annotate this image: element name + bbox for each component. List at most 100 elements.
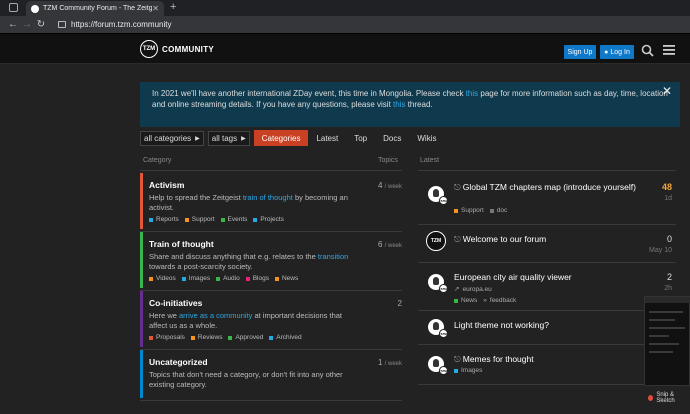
subcategory-link[interactable]: Events (220, 216, 247, 223)
pin-icon: ⎋ (454, 354, 461, 364)
reload-button[interactable]: ↻ (34, 19, 48, 30)
topic-meta: Images (454, 367, 488, 374)
topic-count: 4 / week (377, 181, 402, 190)
tag-filter-dropdown[interactable]: all tags ▶ (207, 130, 250, 146)
subcategory-link[interactable]: Reviews (190, 334, 222, 341)
banner-link-thread[interactable]: this (393, 100, 405, 109)
brand-name: COMMUNITY (162, 44, 215, 54)
snip-sketch-toast[interactable]: Snip & Sketch (648, 392, 690, 404)
subcategory-link[interactable]: Images (181, 275, 210, 282)
tzm-badge-icon: TZM (439, 329, 448, 338)
nav-top[interactable]: Top (346, 130, 375, 146)
subcategory-link[interactable]: Support (184, 216, 215, 223)
subcategory-link[interactable]: Videos (149, 275, 176, 282)
back-button[interactable]: ← (6, 19, 20, 30)
banner-link-page[interactable]: this (466, 89, 478, 98)
pin-icon: ⎋ (454, 234, 461, 244)
reply-count[interactable]: 48 (662, 182, 672, 192)
user-avatar[interactable]: TZM (428, 356, 448, 375)
person-icon: ● (604, 48, 609, 56)
category-row[interactable]: Train of thought Share and discuss anyth… (140, 232, 402, 288)
tab-close-icon[interactable]: ✕ (152, 4, 159, 13)
site-header: TZM COMMUNITY Sign Up ● Log In (0, 34, 690, 64)
category-row[interactable]: Co-initiatives Here we arrive as a commu… (140, 291, 402, 347)
tab-actions-icon[interactable] (9, 3, 18, 12)
subcategory-link[interactable]: Projects (253, 216, 284, 223)
signup-button[interactable]: Sign Up (564, 45, 596, 59)
nav-categories[interactable]: Categories (253, 130, 309, 146)
category-description: Help to spread the Zeitgeist train of th… (149, 193, 348, 212)
category-name[interactable]: Train of thought (149, 239, 402, 249)
user-avatar[interactable]: TZM (428, 186, 448, 205)
reply-count[interactable]: 0 (667, 234, 672, 244)
subcategory-link[interactable]: Archived (269, 334, 302, 341)
nav-docs[interactable]: Docs (375, 130, 409, 146)
category-row[interactable]: Activism Help to spread the Zeitgeist tr… (140, 173, 402, 229)
search-icon[interactable] (641, 44, 654, 60)
category-name[interactable]: Activism (149, 180, 402, 190)
topic-tag[interactable]: ↗ europa.eu (454, 285, 492, 294)
topic-title[interactable]: ⎋ Memes for thought (454, 354, 644, 365)
topic-count: 1 / week (377, 358, 402, 367)
topic-tag[interactable]: » feedback (483, 297, 516, 304)
topic-tag[interactable]: doc (489, 207, 507, 214)
banner-close-icon[interactable]: ✕ (662, 85, 672, 96)
topic-title[interactable]: ⎋ Welcome to our forum (454, 234, 644, 245)
activity-time[interactable]: 2h (664, 285, 672, 292)
topics-column-header: Topics (378, 157, 398, 164)
divider (418, 170, 676, 171)
category-name[interactable]: Co-initiatives (149, 298, 402, 308)
browser-tab[interactable]: TZM Community Forum - The Zeitgeist Move… (26, 1, 164, 16)
topic-count: 6 / week (377, 240, 402, 249)
category-description-link[interactable]: train of thought (243, 193, 293, 202)
user-avatar[interactable]: TZM (428, 274, 448, 293)
topic-row[interactable]: TZM Light theme not working? (420, 312, 674, 342)
topic-tag[interactable]: News (454, 297, 477, 304)
tzm-avatar[interactable]: TZM (426, 231, 446, 251)
topic-title[interactable]: Light theme not working? (454, 320, 644, 331)
user-avatar[interactable]: TZM (428, 319, 448, 338)
divider (140, 400, 402, 401)
nav-wikis[interactable]: Wikis (409, 130, 444, 146)
tag-icon: » (483, 297, 487, 304)
activity-time[interactable]: 1d (664, 195, 672, 202)
subcategory-link[interactable]: Proposals (149, 334, 185, 341)
subcategory-list: Reports Support Events Projects (149, 216, 402, 223)
snip-preview-thumbnail[interactable] (644, 296, 690, 386)
caret-right-icon: ▶ (241, 135, 246, 142)
lock-icon[interactable] (58, 21, 66, 28)
url-field[interactable]: https://forum.tzm.community (71, 20, 171, 29)
category-filter-dropdown[interactable]: all categories ▶ (140, 130, 204, 146)
nav-latest[interactable]: Latest (308, 130, 346, 146)
topic-tag[interactable]: Images (454, 367, 482, 374)
topic-title[interactable]: European city air quality viewer (454, 272, 644, 283)
topic-title[interactable]: ⎋ Global TZM chapters map (introduce your… (454, 182, 644, 193)
subcategory-link[interactable]: Approved (228, 334, 263, 341)
login-button[interactable]: ● Log In (600, 45, 634, 59)
divider (418, 384, 676, 385)
topic-tag[interactable]: Support (454, 207, 484, 214)
new-tab-button[interactable]: + (170, 1, 176, 13)
reply-count[interactable]: 2 (667, 272, 672, 282)
category-row[interactable]: Uncategorized Topics that don't need a c… (140, 350, 402, 398)
hamburger-menu-icon[interactable] (663, 44, 675, 59)
activity-time[interactable]: May 10 (649, 247, 672, 254)
subcategory-link[interactable]: Audio (216, 275, 240, 282)
subcategory-link[interactable]: News (274, 275, 298, 282)
category-description-link[interactable]: transition (318, 252, 348, 261)
latest-column-header: Latest (420, 157, 440, 164)
forward-button[interactable]: → (20, 19, 34, 30)
topic-row[interactable]: TZM ⎋ Global TZM chapters map (introduce … (420, 176, 674, 222)
site-logo[interactable]: TZM COMMUNITY (140, 40, 214, 58)
subcategory-link[interactable]: Reports (149, 216, 179, 223)
category-name[interactable]: Uncategorized (149, 357, 402, 367)
topic-row[interactable]: TZM ⎋ Memes for thought Images (420, 346, 674, 382)
topic-row[interactable]: TZM ⎋ Welcome to our forum 0 May 10 (420, 226, 674, 260)
subcategory-link[interactable]: Blogs (245, 275, 269, 282)
category-description: Topics that don't need a category, or do… (149, 370, 343, 389)
category-column-header: Category (143, 157, 172, 164)
category-description-link[interactable]: arrive as a community (179, 311, 252, 320)
category-nav: all categories ▶ all tags ▶ Categories Lat… (140, 130, 444, 146)
topic-row[interactable]: TZM European city air quality viewer ↗ eu… (420, 264, 674, 308)
subcategory-list: Proposals Reviews Approved Archived (149, 334, 402, 341)
